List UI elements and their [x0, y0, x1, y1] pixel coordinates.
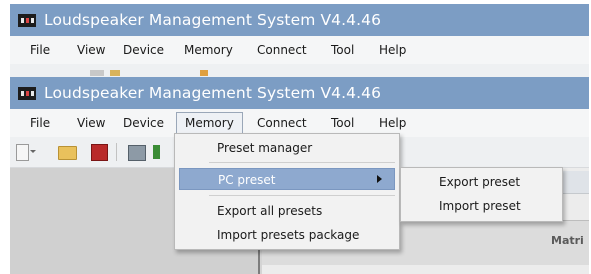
menu-item-import-preset[interactable]: Import preset [401, 195, 562, 217]
menu-item-label: Export preset [439, 175, 521, 189]
menu-item-preset-manager[interactable]: Preset manager [175, 137, 399, 159]
menu-file[interactable]: File [30, 109, 50, 137]
back-menu-tool[interactable]: Tool [331, 36, 354, 64]
menu-separator [209, 162, 395, 163]
back-title-bar: Loudspeaker Management System V4.4.46 [10, 4, 589, 36]
back-toolbar [10, 64, 589, 77]
menu-view[interactable]: View [77, 109, 105, 137]
back-window-title: Loudspeaker Management System V4.4.46 [44, 11, 382, 29]
device-icon[interactable] [153, 145, 160, 159]
menu-device[interactable]: Device [123, 109, 164, 137]
pc-preset-submenu: Export preset Import preset [400, 167, 563, 222]
window-title: Loudspeaker Management System V4.4.46 [44, 84, 382, 102]
menu-item-label: Import presets package [217, 228, 360, 242]
back-menu-file[interactable]: File [30, 36, 50, 64]
new-file-dropdown-icon[interactable] [30, 150, 36, 153]
menu-memory[interactable]: Memory [176, 112, 243, 134]
memory-dropdown-menu: Preset manager PC preset Export all pres… [174, 133, 400, 250]
back-menu-connect[interactable]: Connect [257, 36, 307, 64]
back-toolbar-icons [90, 70, 290, 76]
app-logo-icon [18, 87, 36, 100]
menu-item-import-presets-package[interactable]: Import presets package [175, 224, 399, 246]
back-window: Loudspeaker Management System V4.4.46 Fi… [10, 4, 589, 77]
menu-item-label: Export all presets [217, 204, 323, 218]
back-menu-bar: File View Device Memory Connect Tool Hel… [10, 36, 589, 64]
menu-item-pc-preset[interactable]: PC preset [179, 168, 395, 190]
back-menu-memory[interactable]: Memory [184, 36, 233, 64]
app-logo-icon [18, 14, 36, 27]
menu-separator [209, 195, 395, 196]
toolbar-separator [116, 143, 117, 161]
back-menu-help[interactable]: Help [379, 36, 406, 64]
open-folder-icon[interactable] [58, 146, 77, 160]
submenu-arrow-icon [377, 175, 382, 183]
new-file-icon[interactable] [16, 144, 29, 161]
menu-item-export-all-presets[interactable]: Export all presets [175, 200, 399, 222]
menu-item-export-preset[interactable]: Export preset [401, 171, 562, 193]
back-menu-device[interactable]: Device [123, 36, 164, 64]
menu-item-label: Preset manager [217, 141, 313, 155]
print-icon[interactable] [128, 145, 146, 161]
title-bar: Loudspeaker Management System V4.4.46 [10, 77, 589, 109]
menu-item-label: PC preset [218, 173, 276, 187]
save-icon[interactable] [91, 144, 108, 161]
matrix-tab-label: Matri [551, 234, 584, 247]
menu-item-label: Import preset [439, 199, 521, 213]
back-menu-view[interactable]: View [77, 36, 105, 64]
